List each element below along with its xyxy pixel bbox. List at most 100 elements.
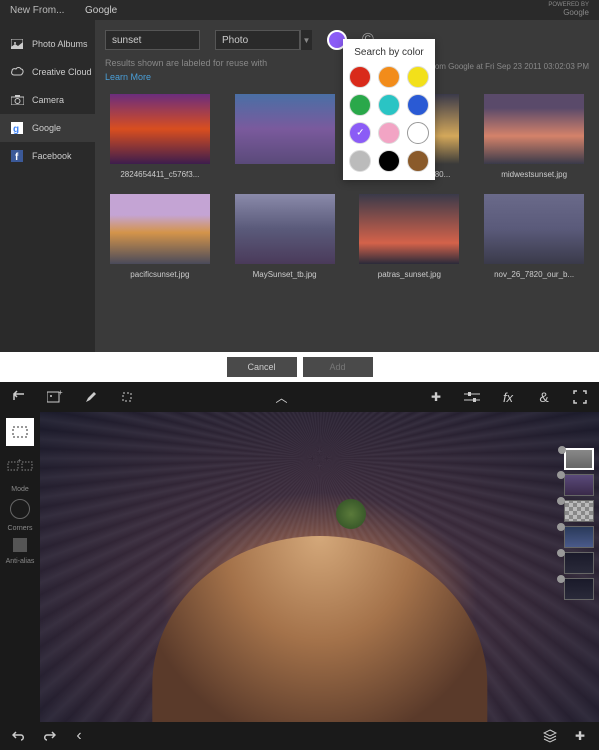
editor-panel: + ︿ ✚ fx & + Mode Corners Anti-alias bbox=[0, 382, 599, 750]
anti-alias-toggle[interactable] bbox=[13, 538, 27, 552]
color-swatch[interactable] bbox=[407, 150, 429, 172]
color-swatch[interactable] bbox=[407, 122, 429, 144]
thumbnail-image bbox=[110, 94, 210, 164]
color-swatch[interactable] bbox=[378, 122, 400, 144]
layer-thumb[interactable] bbox=[564, 500, 594, 522]
thumbnail-image bbox=[110, 194, 210, 264]
sidebar-item-google[interactable]: g Google bbox=[0, 114, 95, 142]
result-thumb[interactable]: midwestsunset.jpg bbox=[479, 94, 589, 179]
left-tool-panel: + Mode Corners Anti-alias bbox=[0, 412, 40, 722]
sidebar-item-camera[interactable]: Camera bbox=[0, 86, 95, 114]
svg-text:g: g bbox=[13, 124, 19, 134]
result-thumb[interactable]: nov_26_7820_our_b... bbox=[479, 194, 589, 279]
back-icon[interactable] bbox=[10, 388, 28, 406]
adjust-icon[interactable] bbox=[463, 388, 481, 406]
editor-body: + Mode Corners Anti-alias bbox=[0, 412, 599, 722]
layer-thumb[interactable] bbox=[564, 526, 594, 548]
fx-icon[interactable]: fx bbox=[499, 388, 517, 406]
layer-thumb[interactable] bbox=[564, 474, 594, 496]
thumbnail-image bbox=[359, 194, 459, 264]
panel-title: New From... bbox=[0, 5, 85, 16]
cancel-button[interactable]: Cancel bbox=[227, 357, 297, 377]
editor-toolbar-top: + ︿ ✚ fx & bbox=[0, 382, 599, 412]
corners-label: Corners bbox=[8, 525, 33, 532]
creative-cloud-icon bbox=[10, 65, 24, 79]
source-label: Google bbox=[85, 5, 117, 16]
action-strip: Cancel Add bbox=[0, 352, 599, 382]
sidebar-item-label: Facebook bbox=[32, 151, 72, 161]
sidebar-item-photo-albums[interactable]: Photo Albums bbox=[0, 30, 95, 58]
color-swatch[interactable] bbox=[349, 94, 371, 116]
result-thumb[interactable]: MaySunset_tb.jpg bbox=[230, 194, 340, 279]
thumbnail-label: patras_sunset.jpg bbox=[378, 270, 441, 279]
thumbnail-image bbox=[235, 94, 335, 164]
thumbnail-image bbox=[235, 194, 335, 264]
thumbnail-label: 2824654411_c576f3... bbox=[120, 170, 199, 179]
result-thumb[interactable]: pacificsunset.jpg bbox=[105, 194, 215, 279]
canvas-area[interactable] bbox=[40, 412, 599, 722]
ampersand-icon[interactable]: & bbox=[535, 388, 553, 406]
mode-label: Mode bbox=[11, 486, 29, 493]
main-area: Photo Albums Creative Cloud Camera g Goo… bbox=[0, 20, 599, 352]
thumbnail-label: midwestsunset.jpg bbox=[501, 170, 567, 179]
add-layer-icon[interactable]: ✚ bbox=[571, 727, 589, 745]
result-thumb[interactable]: patras_sunset.jpg bbox=[355, 194, 465, 279]
photo-albums-icon bbox=[10, 37, 24, 51]
color-swatch[interactable] bbox=[378, 150, 400, 172]
crop-icon[interactable] bbox=[118, 388, 136, 406]
facebook-icon: f bbox=[10, 149, 24, 163]
anti-alias-label: Anti-alias bbox=[6, 558, 35, 565]
marquee-tool[interactable] bbox=[6, 418, 34, 446]
fullscreen-icon[interactable] bbox=[571, 388, 589, 406]
sidebar-item-label: Google bbox=[32, 123, 61, 133]
brush-icon[interactable] bbox=[82, 388, 100, 406]
new-from-panel: New From... Google POWERED BY Google Pho… bbox=[0, 0, 599, 352]
sidebar-item-label: Camera bbox=[32, 95, 64, 105]
add-image-icon[interactable]: + bbox=[46, 388, 64, 406]
thumbnail-label: pacificsunset.jpg bbox=[130, 270, 189, 279]
source-sidebar: Photo Albums Creative Cloud Camera g Goo… bbox=[0, 20, 95, 352]
sidebar-item-creative-cloud[interactable]: Creative Cloud bbox=[0, 58, 95, 86]
svg-text:+: + bbox=[18, 459, 22, 465]
thumbnail-label: MaySunset_tb.jpg bbox=[253, 270, 317, 279]
result-thumb[interactable] bbox=[230, 94, 340, 179]
color-swatch[interactable] bbox=[349, 66, 371, 88]
plus-icon[interactable]: ✚ bbox=[427, 388, 445, 406]
dropdown-arrow-icon[interactable]: ▼ bbox=[300, 30, 312, 50]
selection-add-tool[interactable]: + bbox=[6, 452, 34, 480]
sidebar-item-facebook[interactable]: f Facebook bbox=[0, 142, 95, 170]
color-swatch[interactable] bbox=[407, 66, 429, 88]
panel-header: New From... Google POWERED BY Google bbox=[0, 0, 599, 20]
powered-by-google: POWERED BY Google bbox=[548, 2, 589, 17]
thumbnail-label: nov_26_7820_our_b... bbox=[494, 270, 574, 279]
previous-icon[interactable]: ‹ bbox=[70, 727, 88, 745]
layer-thumb[interactable] bbox=[564, 552, 594, 574]
color-popup-title: Search by color bbox=[349, 47, 429, 58]
svg-text:+: + bbox=[58, 390, 63, 397]
color-swatch[interactable] bbox=[349, 122, 371, 144]
google-icon: g bbox=[10, 121, 24, 135]
layers-icon[interactable] bbox=[541, 727, 559, 745]
layer-thumb[interactable] bbox=[564, 578, 594, 600]
canvas-content bbox=[152, 536, 487, 722]
search-input[interactable] bbox=[105, 30, 200, 50]
redo-icon[interactable] bbox=[40, 727, 58, 745]
color-swatch[interactable] bbox=[378, 94, 400, 116]
add-button[interactable]: Add bbox=[303, 357, 373, 377]
collapse-up-icon[interactable]: ︿ bbox=[273, 388, 291, 406]
color-swatch[interactable] bbox=[378, 66, 400, 88]
sidebar-item-label: Creative Cloud bbox=[32, 67, 92, 77]
color-swatch[interactable] bbox=[349, 150, 371, 172]
canvas-content bbox=[336, 499, 366, 529]
layer-thumb[interactable] bbox=[564, 448, 594, 470]
color-search-popup: Search by color bbox=[343, 39, 435, 180]
sidebar-item-label: Photo Albums bbox=[32, 39, 88, 49]
color-swatch[interactable] bbox=[407, 94, 429, 116]
type-dropdown[interactable]: Photo bbox=[215, 30, 300, 50]
thumbnail-image bbox=[484, 94, 584, 164]
undo-icon[interactable] bbox=[10, 727, 28, 745]
corners-toggle[interactable] bbox=[10, 499, 30, 519]
results-content: Photo ▼ © Results shown are labeled for … bbox=[95, 20, 599, 352]
editor-bottom-bar: ‹ ✚ bbox=[0, 722, 599, 750]
result-thumb[interactable]: 2824654411_c576f3... bbox=[105, 94, 215, 179]
